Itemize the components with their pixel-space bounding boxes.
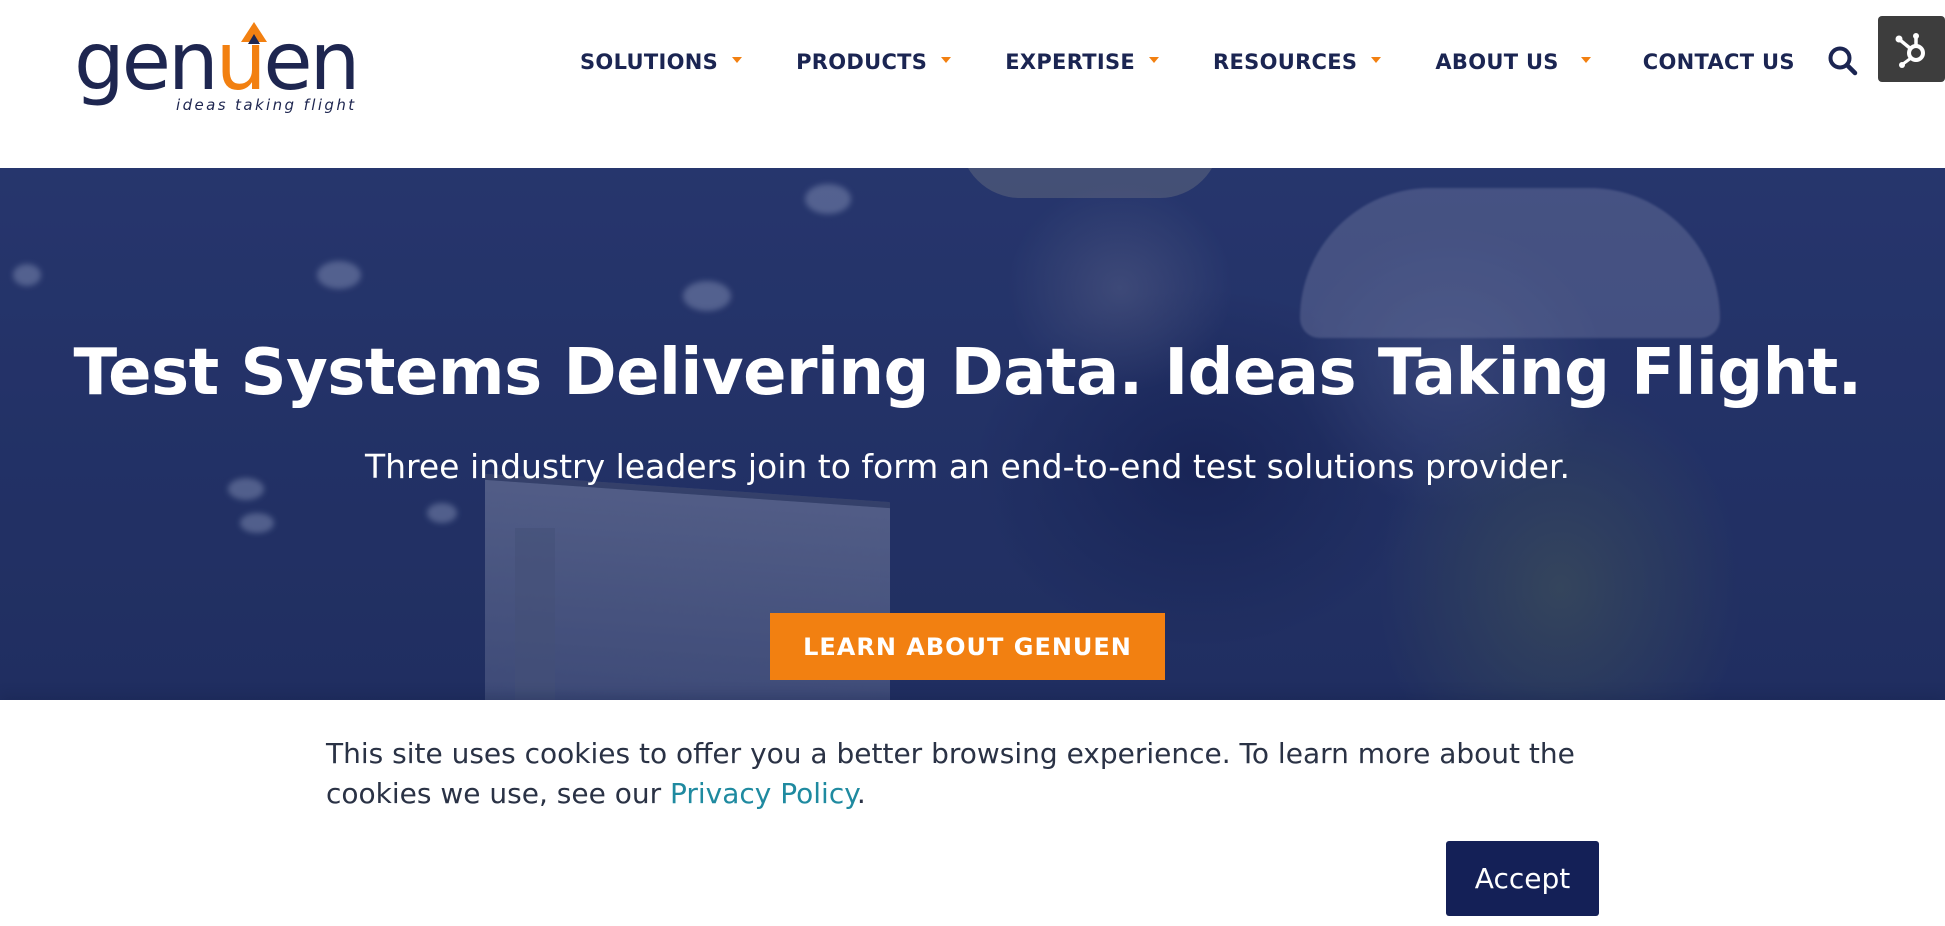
caret-down-icon: [1149, 57, 1160, 63]
nav-item-resources[interactable]: RESOURCES: [1213, 50, 1382, 74]
logo-prefix: gen: [74, 15, 219, 108]
nav-item-products[interactable]: PRODUCTS: [796, 50, 952, 74]
caret-down-icon: [1580, 57, 1591, 63]
hubspot-sprocket-icon: [1895, 33, 1925, 68]
caret-down-icon: [732, 57, 743, 63]
privacy-policy-link[interactable]: Privacy Policy: [670, 777, 857, 810]
hubspot-chat-button[interactable]: [1878, 16, 1945, 82]
nav-item-label: EXPERTISE: [1005, 50, 1136, 74]
nav-item-label: CONTACT US: [1642, 50, 1795, 74]
logo-tagline: ideas taking flight: [176, 96, 357, 114]
logo-suffix: en: [263, 15, 360, 108]
nav-item-label: RESOURCES: [1213, 50, 1358, 74]
caret-down-icon: [941, 57, 952, 63]
nav-item-solutions[interactable]: SOLUTIONS: [580, 50, 743, 74]
logo-u: u: [215, 15, 267, 108]
hero-subtitle: Three industry leaders join to form an e…: [364, 447, 1571, 486]
main-nav: SOLUTIONS PRODUCTS EXPERTISE RESOURCES A…: [580, 46, 1795, 78]
cookie-banner: This site uses cookies to offer you a be…: [0, 700, 1945, 926]
hero-title: Test Systems Delivering Data. Ideas Taki…: [73, 336, 1862, 410]
genuen-logo[interactable]: genuen ideas taking flight: [74, 22, 374, 118]
logo-wordmark: genuen: [74, 22, 360, 102]
learn-about-genuen-button[interactable]: LEARN ABOUT GENUEN: [770, 613, 1165, 680]
nav-item-contact-us[interactable]: CONTACT US: [1643, 50, 1795, 74]
nav-item-label: PRODUCTS: [796, 50, 928, 74]
search-button[interactable]: [1826, 44, 1860, 78]
cookie-message-end: .: [856, 777, 866, 810]
hero-section: Test Systems Delivering Data. Ideas Taki…: [0, 168, 1945, 700]
cookie-message: This site uses cookies to offer you a be…: [326, 734, 1626, 814]
nav-item-label: ABOUT US: [1435, 50, 1559, 74]
nav-item-label: SOLUTIONS: [580, 50, 719, 74]
nav-item-about-us[interactable]: ABOUT US: [1435, 50, 1591, 74]
accept-cookies-button[interactable]: Accept: [1446, 841, 1599, 916]
nav-item-expertise[interactable]: EXPERTISE: [1005, 50, 1160, 74]
search-icon: [1828, 46, 1858, 76]
site-header: genuen ideas taking flight SOLUTIONS PRO…: [0, 0, 1945, 168]
cookie-message-text: This site uses cookies to offer you a be…: [326, 737, 1575, 810]
caret-down-icon: [1371, 57, 1382, 63]
